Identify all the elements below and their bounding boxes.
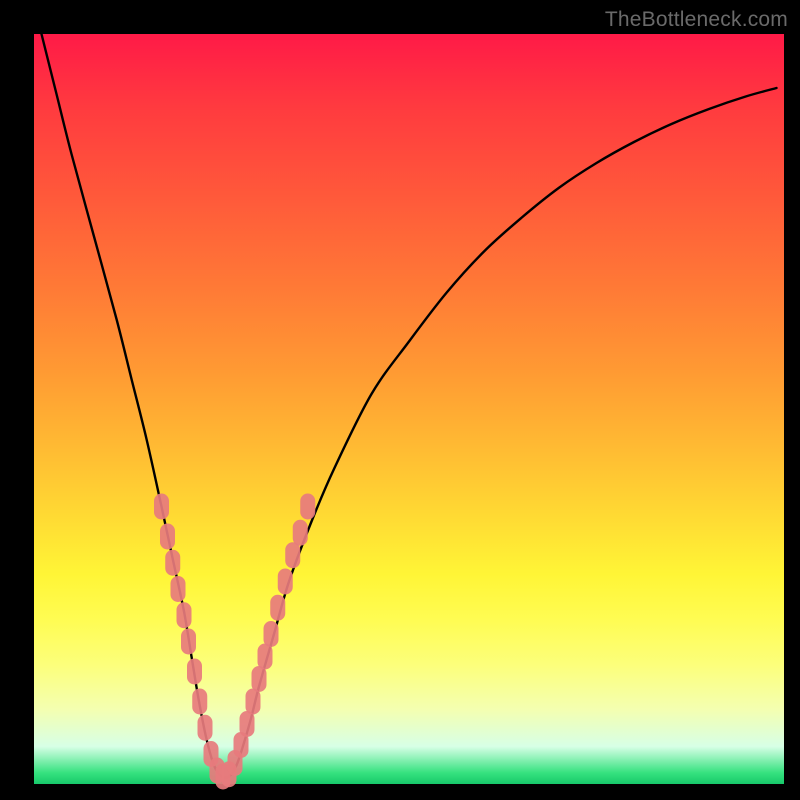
curve-layer — [42, 34, 777, 778]
marker-layer — [154, 494, 315, 790]
curve-marker — [246, 689, 261, 715]
curve-marker — [240, 711, 255, 737]
curve-marker — [154, 494, 169, 520]
curve-marker — [198, 715, 213, 741]
curve-marker — [192, 689, 207, 715]
curve-marker — [278, 569, 293, 595]
curve-marker — [160, 524, 175, 550]
curve-marker — [293, 520, 308, 546]
curve-marker — [285, 542, 300, 568]
curve-marker — [171, 576, 186, 602]
curve-marker — [264, 621, 279, 647]
bottleneck-curve — [42, 34, 777, 778]
curve-marker — [300, 494, 315, 520]
curve-marker — [177, 602, 192, 628]
chart-svg — [34, 34, 784, 784]
curve-marker — [181, 629, 196, 655]
curve-marker — [187, 659, 202, 685]
plot-area — [34, 34, 784, 784]
curve-marker — [165, 550, 180, 576]
curve-marker — [270, 595, 285, 621]
watermark-text: TheBottleneck.com — [605, 8, 788, 32]
chart-frame: TheBottleneck.com — [0, 0, 800, 800]
curve-marker — [258, 644, 273, 670]
curve-marker — [252, 666, 267, 692]
